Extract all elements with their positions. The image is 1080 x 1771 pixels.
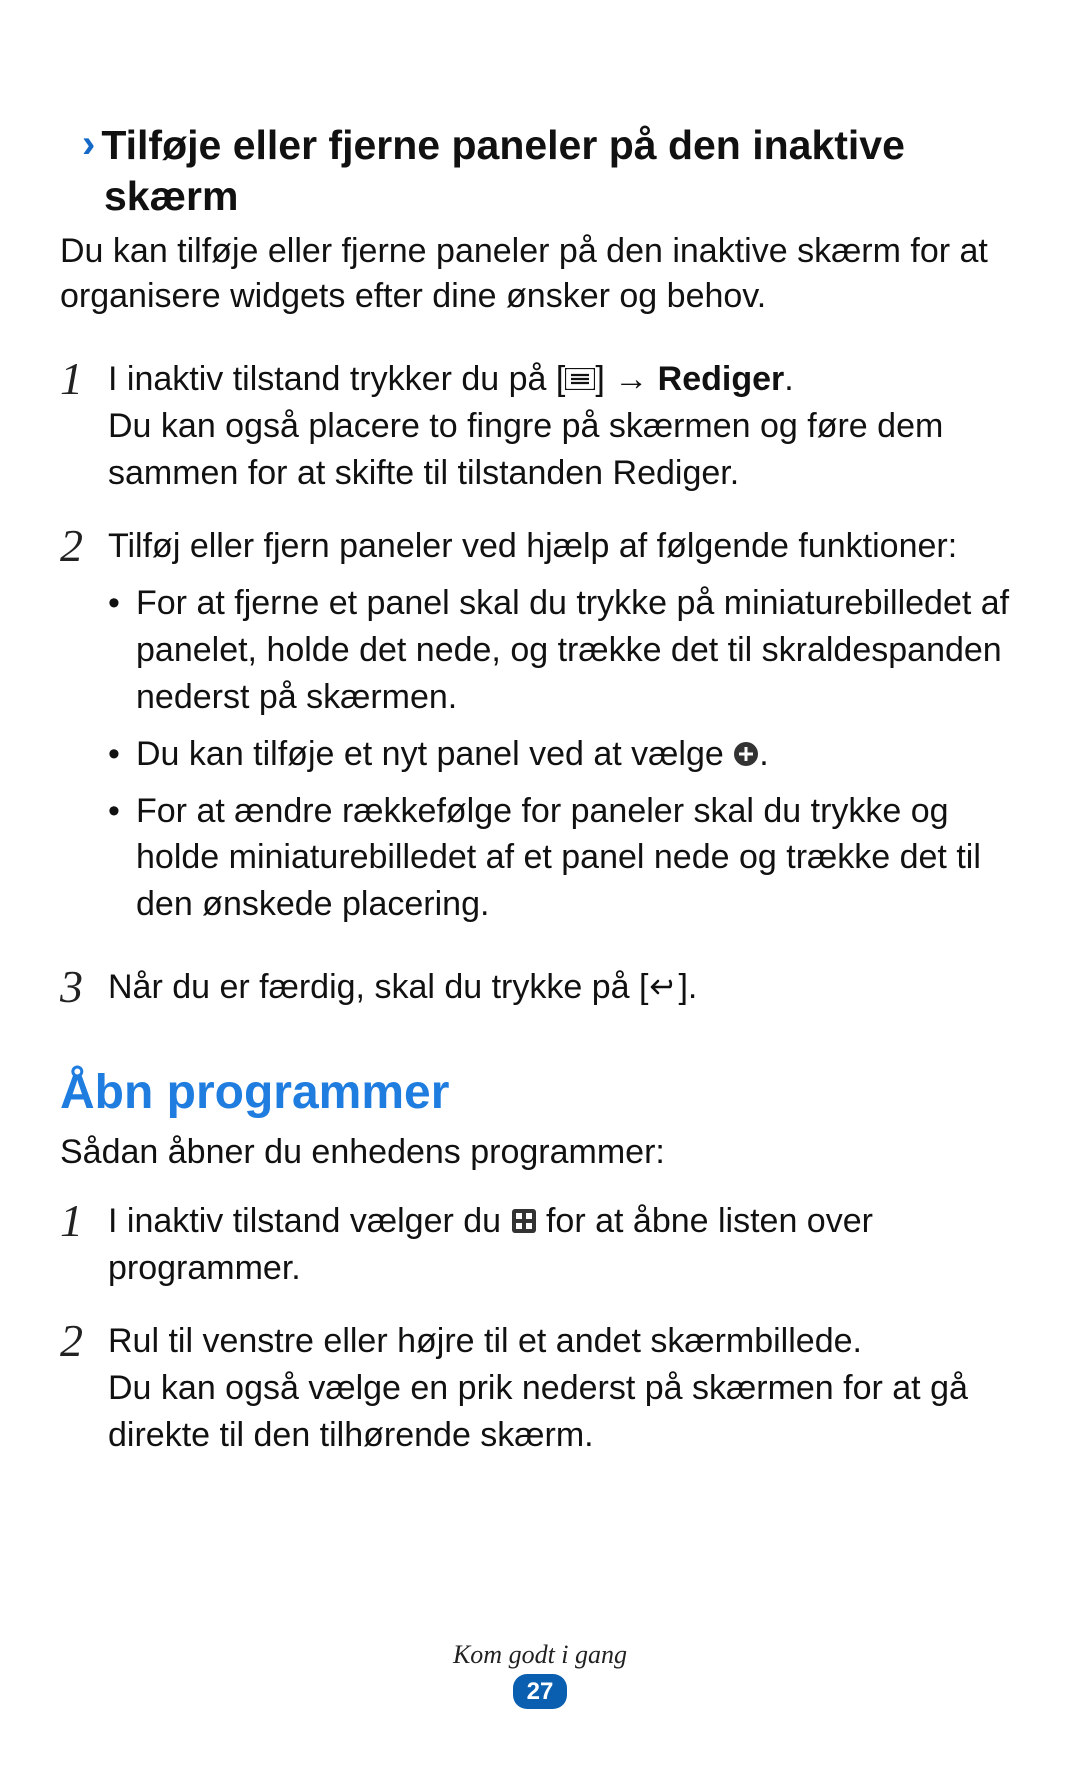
plus-circle-icon: [733, 741, 759, 767]
step-number-1: 1: [60, 356, 104, 402]
section-title: Åbn programmer: [60, 1065, 1020, 1120]
open-step-number-2: 2: [60, 1318, 104, 1364]
footer-text: Kom godt i gang: [0, 1640, 1080, 1670]
step1-text-b: ] →: [595, 360, 657, 398]
bullet-3: For at ændre rækkefølge for paneler skal…: [108, 788, 1020, 929]
bullet-2-text-b: .: [759, 735, 768, 773]
step-1-body: I inaktiv tilstand trykker du på [ ] → R…: [104, 356, 1020, 497]
bullet-2-text-a: Du kan tilføje et nyt panel ved at vælge: [136, 735, 733, 773]
step1-sub: Du kan også placere to fingre på skærmen…: [108, 403, 1020, 497]
open-step1-text-a: I inaktiv tilstand vælger du: [108, 1202, 511, 1240]
open-step-number-1: 1: [60, 1198, 104, 1244]
heading-line-2: skærm: [104, 171, 1020, 222]
back-arrow-icon: [648, 976, 678, 998]
step2-lead: Tilføj eller fjern paneler ved hjælp af …: [108, 523, 1020, 570]
chevron-right-icon: ›: [82, 119, 95, 169]
intro-paragraph: Du kan tilføje eller fjerne paneler på d…: [60, 229, 1020, 321]
heading-line-1: Tilføje eller fjerne paneler på den inak…: [101, 122, 905, 168]
page-footer: Kom godt i gang 27: [0, 1640, 1080, 1709]
content-area: ›Tilføje eller fjerne paneler på den ina…: [60, 120, 1020, 1459]
step-number-2: 2: [60, 523, 104, 569]
bullet-2: Du kan tilføje et nyt panel ved at vælge…: [108, 731, 1020, 778]
bullet-1: For at fjerne et panel skal du trykke på…: [108, 580, 1020, 721]
open-step-2-body: Rul til venstre eller højre til et andet…: [104, 1318, 1020, 1459]
apps-grid-icon: [511, 1208, 537, 1234]
step1-bold: Rediger: [658, 360, 785, 398]
page-number-badge: 27: [513, 1674, 568, 1709]
menu-icon: [565, 368, 595, 390]
open-intro: Sådan åbner du enhedens programmer:: [60, 1130, 1020, 1176]
step-3-body: Når du er færdig, skal du trykke på [ ].: [104, 964, 1020, 1011]
step-2-bullets: For at fjerne et panel skal du trykke på…: [108, 580, 1020, 928]
step-2: 2 Tilføj eller fjern paneler ved hjælp a…: [60, 523, 1020, 938]
step1-text-a: I inaktiv tilstand trykker du på [: [108, 360, 565, 398]
step1-text-c: .: [784, 360, 793, 398]
open-step2-line2: Du kan også vælge en prik nederst på skæ…: [108, 1365, 1020, 1459]
document-page: ›Tilføje eller fjerne paneler på den ina…: [0, 0, 1080, 1771]
step-1: 1 I inaktiv tilstand trykker du på [ ] →…: [60, 356, 1020, 497]
subsection-heading: ›Tilføje eller fjerne paneler på den ina…: [82, 120, 1020, 223]
step-2-body: Tilføj eller fjern paneler ved hjælp af …: [104, 523, 1020, 938]
open-step-2: 2 Rul til venstre eller højre til et and…: [60, 1318, 1020, 1459]
step-number-3: 3: [60, 964, 104, 1010]
step3-text-a: Når du er færdig, skal du trykke på [: [108, 968, 648, 1006]
open-step-1: 1 I inaktiv tilstand vælger du for at åb…: [60, 1198, 1020, 1292]
step3-text-b: ].: [678, 968, 697, 1006]
open-step2-line1: Rul til venstre eller højre til et andet…: [108, 1318, 1020, 1365]
open-step-1-body: I inaktiv tilstand vælger du for at åbne…: [104, 1198, 1020, 1292]
step-3: 3 Når du er færdig, skal du trykke på [ …: [60, 964, 1020, 1011]
